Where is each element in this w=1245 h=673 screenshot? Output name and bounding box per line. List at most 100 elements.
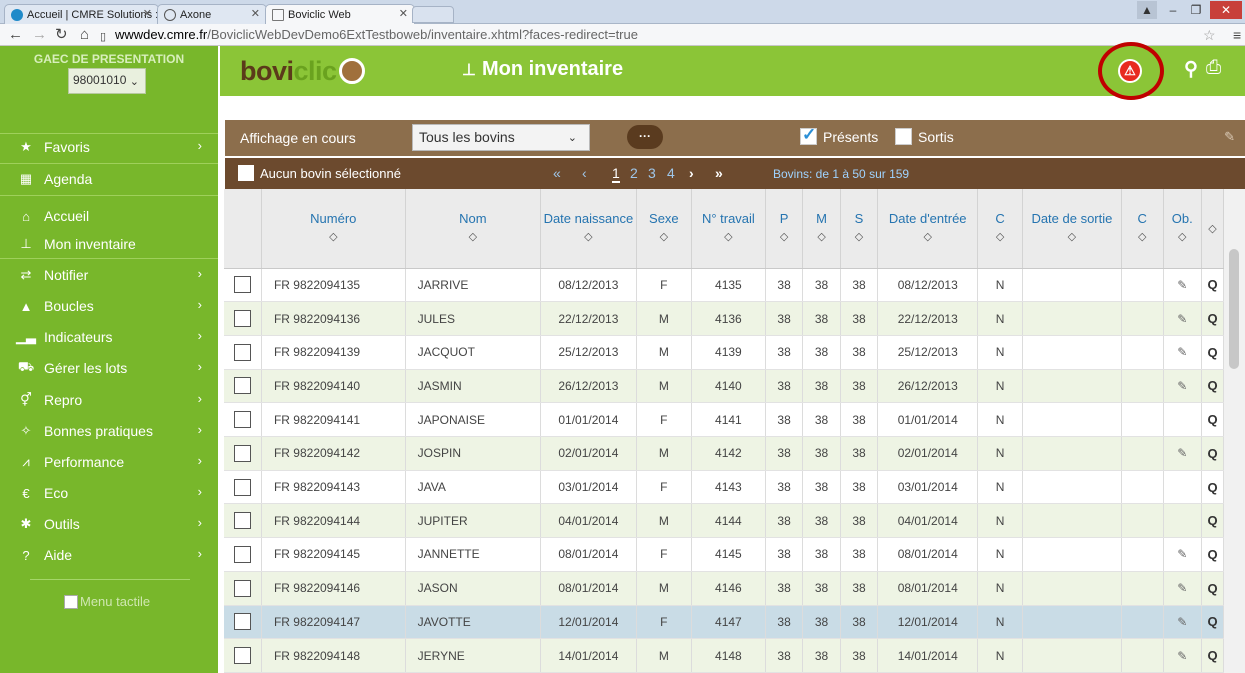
row-checkbox[interactable] — [233, 310, 251, 328]
table-row[interactable]: FR 9822094146 JASON 08/01/2014 M 4146 38 38 38 0… — [224, 571, 1224, 606]
sort-icon[interactable]: ◇ — [1204, 221, 1221, 237]
select-all-checkbox[interactable] — [238, 165, 254, 181]
header-p[interactable]: P ◇ — [765, 189, 804, 269]
alert-icon[interactable]: ⚠ — [1118, 59, 1142, 83]
home-icon[interactable]: ⌂ — [80, 26, 89, 44]
table-row[interactable]: FR 9822094145 JANNETTE 08/01/2014 F 4145 38 38… — [224, 537, 1224, 572]
sort-icon[interactable]: ◇ — [1025, 229, 1119, 245]
sort-icon[interactable]: ◇ — [543, 229, 634, 245]
browser-menu-icon[interactable]: ≡ — [1233, 26, 1241, 44]
page-1-button[interactable]: 1 — [612, 165, 620, 183]
header-actions[interactable]: ◇ — [1201, 189, 1224, 269]
sidebar-item-accueil[interactable]: ⌂ Accueil — [0, 201, 218, 231]
search-icon[interactable]: ⚲ — [1184, 58, 1198, 81]
close-icon[interactable]: ✕ — [251, 7, 260, 20]
edit-icon[interactable]: ✎ — [1177, 547, 1187, 561]
boviclic-logo[interactable]: boviclic — [240, 56, 365, 87]
sort-icon[interactable]: ◇ — [694, 229, 763, 245]
last-page-button[interactable]: » — [715, 165, 723, 181]
table-row[interactable]: FR 9822094148 JERYNE 14/01/2014 M 4148 38 38 38… — [224, 638, 1224, 673]
table-row[interactable]: FR 9822094136 JULES 22/12/2013 M 4136 38 38 38 2… — [224, 301, 1224, 336]
row-checkbox[interactable] — [233, 579, 251, 597]
url-field[interactable]: wwwdev.cmre.fr/BoviclicWebDevDemo6ExtTes… — [115, 26, 1245, 44]
search-icon[interactable]: Q — [1207, 277, 1217, 292]
new-tab-button[interactable] — [412, 6, 454, 23]
vertical-scrollbar[interactable] — [1224, 189, 1245, 673]
browser-tab-boviclic[interactable]: Boviclic Web ✕ — [265, 4, 415, 24]
search-icon[interactable]: Q — [1207, 547, 1217, 562]
sidebar-item-outils[interactable]: ✱ Outils › — [0, 509, 218, 539]
print-icon[interactable]: ⎙ — [1206, 57, 1221, 79]
sidebar-item-eco[interactable]: € Eco › — [0, 478, 218, 508]
edit-icon[interactable]: ✎ — [1177, 615, 1187, 629]
table-row[interactable]: FR 9822094140 JASMIN 26/12/2013 M 4140 38 38 38… — [224, 369, 1224, 404]
sort-icon[interactable]: ◇ — [768, 229, 800, 245]
table-row[interactable]: FR 9822094147 JAVOTTE 12/01/2014 F 4147 38 38 3… — [224, 605, 1224, 640]
farm-select[interactable]: 98001010 ⌄ — [68, 68, 146, 94]
sort-icon[interactable]: ◇ — [980, 229, 1020, 245]
edit-icon[interactable]: ✎ — [1177, 379, 1187, 393]
browser-tab-accueil[interactable]: Accueil | CMRE Solutions : ✕ — [4, 4, 159, 24]
sidebar-item-bonnes-pratiques[interactable]: ✧ Bonnes pratiques › — [0, 416, 218, 446]
edit-icon[interactable]: ✎ — [1177, 649, 1187, 663]
sort-icon[interactable]: ◇ — [1166, 229, 1200, 245]
checkbox-unchecked[interactable] — [895, 128, 912, 145]
row-checkbox[interactable] — [233, 512, 251, 530]
sort-icon[interactable]: ◇ — [880, 229, 975, 245]
header-date-sortie[interactable]: Date de sortie ◇ — [1022, 189, 1122, 269]
header-c[interactable]: C ◇ — [977, 189, 1023, 269]
page-4-button[interactable]: 4 — [667, 165, 675, 181]
bookmark-star-icon[interactable]: ☆ — [1203, 26, 1216, 44]
forward-icon[interactable]: → — [32, 26, 47, 44]
search-icon[interactable]: Q — [1207, 513, 1217, 528]
checkbox-checked[interactable] — [800, 125, 817, 145]
sort-icon[interactable]: ◇ — [264, 229, 403, 245]
sortis-checkbox[interactable]: Sortis — [895, 128, 954, 145]
row-checkbox[interactable] — [233, 411, 251, 429]
row-checkbox[interactable] — [233, 444, 251, 462]
header-numero-travail[interactable]: N° travail ◇ — [691, 189, 766, 269]
edit-icon[interactable]: ✎ — [1177, 581, 1187, 595]
row-checkbox[interactable] — [233, 276, 251, 294]
table-row[interactable]: FR 9822094142 JOSPIN 02/01/2014 M 4142 38 38 38… — [224, 436, 1224, 471]
search-icon[interactable]: Q — [1207, 648, 1217, 663]
table-row[interactable]: FR 9822094144 JUPITER 04/01/2014 M 4144 38 38 3… — [224, 503, 1224, 539]
scrollbar-thumb[interactable] — [1229, 249, 1239, 369]
sidebar-item-gerer-les-lots[interactable]: ⛟ Gérer les lots › — [0, 353, 218, 383]
header-m[interactable]: M ◇ — [802, 189, 841, 269]
sort-icon[interactable]: ◇ — [805, 229, 837, 245]
search-icon[interactable]: Q — [1207, 345, 1217, 360]
reload-icon[interactable]: ↻ — [55, 26, 68, 44]
search-icon[interactable]: Q — [1207, 480, 1217, 495]
search-icon[interactable]: Q — [1207, 581, 1217, 596]
header-date-entree[interactable]: Date d'entrée ◇ — [877, 189, 979, 269]
header-c2[interactable]: C ◇ — [1121, 189, 1164, 269]
sidebar-item-repro[interactable]: ⚥ Repro › — [0, 385, 218, 415]
table-row[interactable]: FR 9822094139 JACQUOT 25/12/2013 M 4139 38 38 3… — [224, 335, 1224, 370]
sort-icon[interactable]: ◇ — [1124, 229, 1161, 245]
user-icon[interactable]: ▲ — [1137, 1, 1157, 19]
row-checkbox[interactable] — [233, 377, 251, 395]
row-checkbox[interactable] — [233, 478, 251, 496]
minimize-icon[interactable]: – — [1163, 1, 1183, 19]
edit-icon[interactable]: ✎ — [1177, 345, 1187, 359]
edit-icon[interactable]: ✎ — [1177, 312, 1187, 326]
first-page-button[interactable]: « — [553, 165, 561, 181]
table-row[interactable]: FR 9822094141 JAPONAISE 01/01/2014 F 4141 38 3… — [224, 402, 1224, 438]
header-sexe[interactable]: Sexe ◇ — [636, 189, 692, 269]
browser-tab-axone[interactable]: Axone ✕ — [157, 4, 267, 24]
restore-icon[interactable]: ❐ — [1186, 1, 1206, 19]
header-numero[interactable]: Numéro ◇ — [261, 189, 406, 269]
window-close-icon[interactable]: ✕ — [1210, 1, 1242, 19]
header-date-naissance[interactable]: Date naissance ◇ — [540, 189, 637, 269]
edit-icon[interactable]: ✎ — [1177, 446, 1187, 460]
search-icon[interactable]: Q — [1207, 311, 1217, 326]
search-icon[interactable]: Q — [1207, 378, 1217, 393]
search-icon[interactable]: Q — [1207, 446, 1217, 461]
edit-icon[interactable]: ✎ — [1177, 278, 1187, 292]
sidebar-item-indicateurs[interactable]: ▁▃ Indicateurs › — [0, 322, 218, 352]
sort-icon[interactable]: ◇ — [843, 229, 875, 245]
header-nom[interactable]: Nom ◇ — [405, 189, 541, 269]
close-icon[interactable]: ✕ — [143, 7, 152, 20]
row-checkbox[interactable] — [233, 647, 251, 665]
